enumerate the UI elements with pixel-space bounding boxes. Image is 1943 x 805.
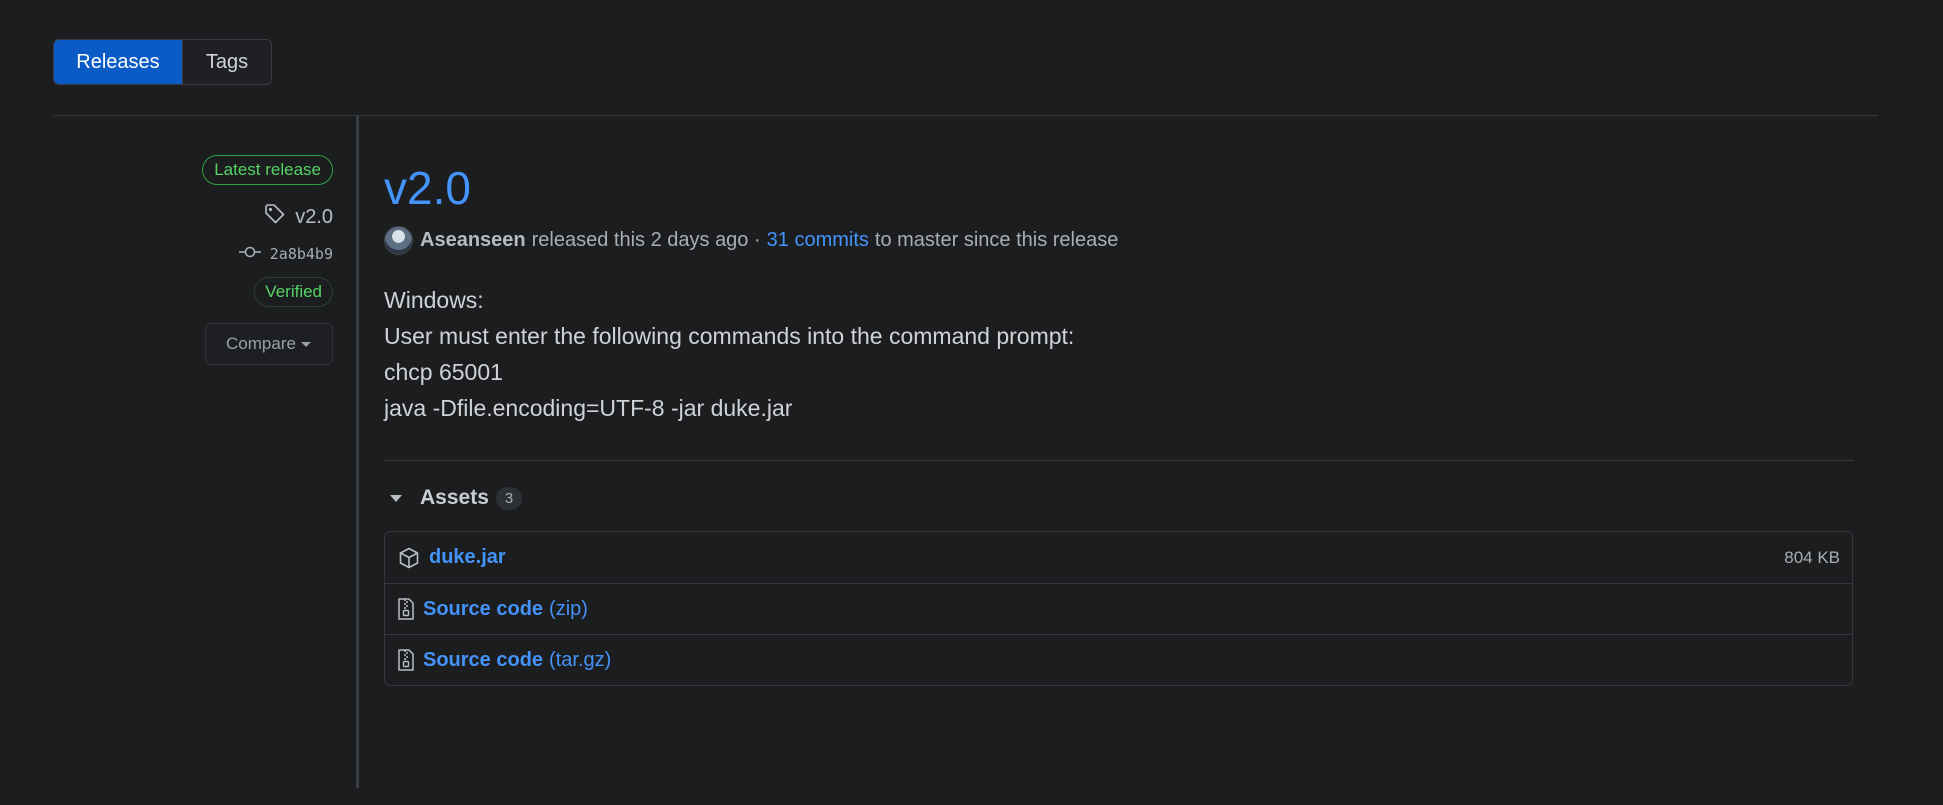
- verified-badge[interactable]: Verified: [254, 277, 333, 307]
- tag-link[interactable]: v2.0: [263, 202, 333, 232]
- tab-tags[interactable]: Tags: [182, 40, 271, 84]
- asset-format: (tar.gz): [549, 648, 612, 671]
- asset-row: duke.jar 804 KB: [385, 532, 1852, 583]
- assets-count-badge: 3: [495, 486, 523, 510]
- tag-icon: [263, 202, 287, 232]
- released-text: released this 2 days ago ·: [531, 228, 761, 251]
- release-note-line: chcp 65001: [384, 359, 503, 385]
- caret-down-icon: [300, 334, 312, 354]
- section-divider: [384, 460, 1854, 461]
- asset-row: Source code (zip): [385, 583, 1852, 634]
- release-byline: Aseanseen released this 2 days ago · 31 …: [384, 224, 1854, 256]
- asset-format: (zip): [549, 597, 588, 620]
- asset-size: 804 KB: [1784, 547, 1840, 567]
- release-note-line: Windows:: [384, 287, 484, 313]
- assets-toggle[interactable]: Assets 3: [384, 483, 1854, 513]
- package-icon: [397, 546, 421, 570]
- assets-label: Assets: [420, 486, 489, 509]
- commit-sha: 2a8b4b9: [269, 245, 333, 263]
- tag-name: v2.0: [295, 205, 333, 228]
- release-note-line: java -Dfile.encoding=UTF-8 -jar duke.jar: [384, 395, 793, 421]
- commits-suffix: to master since this release: [874, 228, 1119, 251]
- assets-list: duke.jar 804 KB Source code (zip) Source…: [384, 531, 1853, 686]
- commit-icon: [238, 244, 262, 264]
- source-code-zip-link[interactable]: Source code: [423, 598, 543, 621]
- timeline-divider: [356, 116, 359, 788]
- file-zip-icon: [397, 648, 415, 672]
- commits-link[interactable]: 31 commits: [767, 229, 869, 252]
- latest-release-badge: Latest release: [202, 155, 333, 185]
- asset-row: Source code (tar.gz): [385, 634, 1852, 685]
- release-main: v2.0 Aseanseen released this 2 days ago …: [384, 160, 1854, 686]
- top-divider: [53, 115, 1878, 116]
- compare-label: Compare: [226, 334, 296, 353]
- file-zip-icon: [397, 597, 415, 621]
- commit-link[interactable]: 2a8b4b9: [238, 244, 333, 264]
- release-notes: Windows: User must enter the following c…: [384, 282, 1854, 426]
- avatar[interactable]: [384, 225, 413, 255]
- release-note-line: User must enter the following commands i…: [384, 323, 1075, 349]
- asset-link[interactable]: duke.jar: [429, 546, 506, 569]
- author-link[interactable]: Aseanseen: [420, 229, 526, 252]
- source-code-targz-link[interactable]: Source code: [423, 649, 543, 672]
- release-title[interactable]: v2.0: [384, 160, 1854, 216]
- release-tabs: Releases Tags: [53, 39, 272, 85]
- triangle-down-icon: [390, 494, 402, 502]
- tab-releases[interactable]: Releases: [54, 40, 182, 84]
- release-meta: Latest release v2.0 2a8b4b9 Verified Com…: [202, 155, 333, 365]
- compare-button[interactable]: Compare: [205, 323, 333, 365]
